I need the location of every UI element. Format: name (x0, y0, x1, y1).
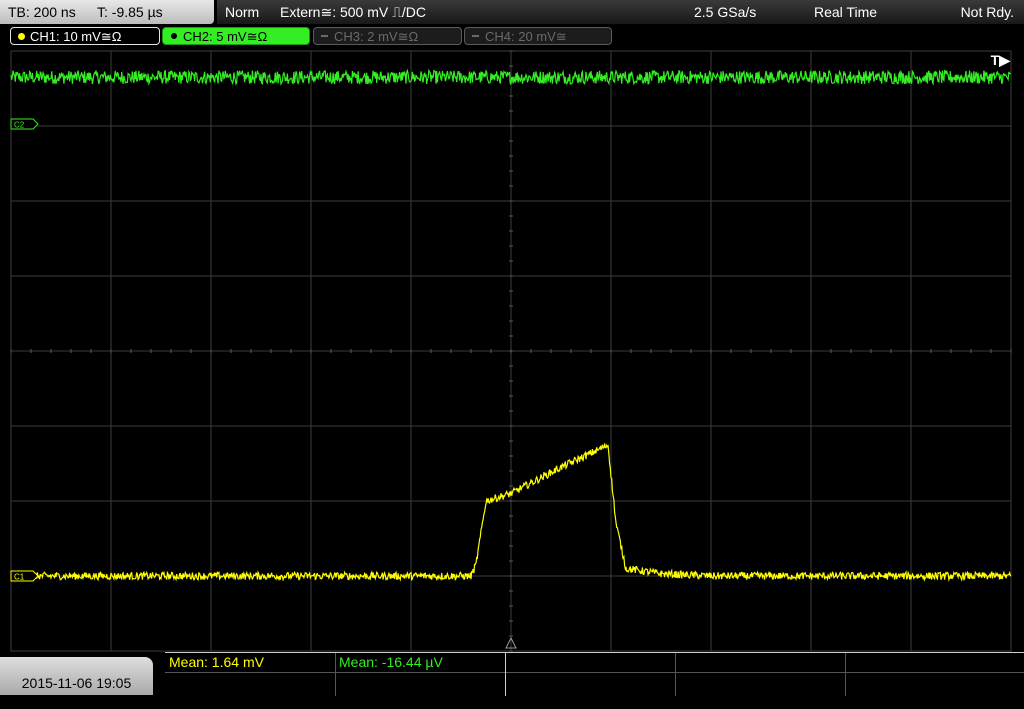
ch2-marker-label: C2 (14, 121, 25, 130)
ch2-reference-marker[interactable]: C2 (10, 118, 39, 130)
ch1-reference-marker[interactable]: C1 (10, 570, 39, 582)
measurement-panel[interactable]: Mean: 1.64 mV Mean: -16.44 µV (165, 652, 1024, 696)
measurement-col-divider (505, 653, 506, 696)
trigger-level-marker[interactable]: T▶ (991, 52, 1010, 69)
ch1-mean-measurement: Mean: 1.64 mV (169, 654, 264, 670)
measurement-row-divider (165, 672, 1024, 673)
ch2-mean-measurement: Mean: -16.44 µV (339, 654, 443, 670)
datetime-value: 2015-11-06 19:05 (21, 675, 132, 691)
waveform-display[interactable]: C2 C1 (0, 0, 1024, 695)
ch1-marker-label: C1 (14, 573, 25, 582)
measurement-col-divider (845, 653, 846, 696)
measurement-col-divider (675, 653, 676, 696)
datetime-panel: 2015-11-06 19:05 (0, 657, 153, 695)
